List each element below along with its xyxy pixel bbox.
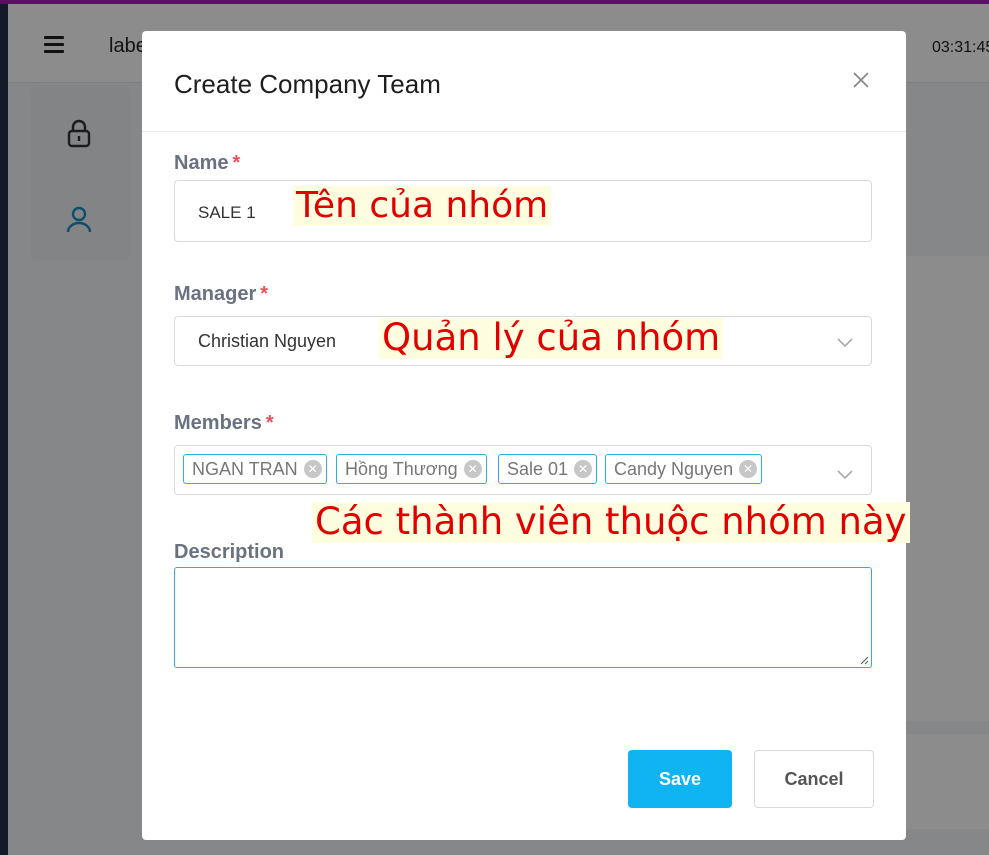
modal-title: Create Company Team	[174, 69, 441, 99]
name-input-value: SALE 1	[198, 203, 256, 222]
member-tag: Sale 01 ✕	[498, 454, 598, 484]
remove-tag-icon[interactable]: ✕	[463, 460, 482, 478]
modal-header-divider	[142, 131, 906, 132]
manager-label: Manager *	[174, 283, 268, 306]
chevron-down-icon	[837, 338, 853, 348]
create-team-modal: Create Company Team Name * SALE 1 Tên của…	[142, 31, 910, 840]
name-label-text: Name	[174, 152, 229, 174]
chevron-down-icon	[837, 470, 853, 480]
member-tag-label: Sale 01	[507, 458, 569, 479]
remove-tag-icon[interactable]: ✕	[574, 460, 593, 478]
description-label: Description	[174, 541, 285, 563]
member-tag: Hồng Thương ✕	[336, 454, 487, 484]
required-mark: *	[232, 152, 241, 174]
required-mark: *	[265, 412, 274, 434]
remove-tag-icon[interactable]: ✕	[303, 460, 322, 478]
member-tag-label: Candy Nguyen	[614, 458, 734, 479]
close-icon[interactable]	[848, 67, 874, 93]
member-tag: Candy Nguyen ✕	[605, 454, 763, 484]
name-label: Name *	[174, 152, 240, 175]
manager-annotation: Quản lý của nhóm	[379, 317, 724, 359]
members-label: Members *	[174, 412, 274, 435]
required-mark: *	[260, 283, 269, 305]
member-tag-label: Hồng Thương	[345, 458, 458, 479]
member-tag: NGAN TRAN ✕	[183, 454, 327, 484]
members-multiselect[interactable]: NGAN TRAN ✕ Hồng Thương ✕ Sale 01 ✕ Cand…	[174, 445, 872, 495]
name-annotation: Tên của nhóm	[293, 186, 552, 226]
remove-tag-icon[interactable]: ✕	[739, 460, 758, 478]
description-textarea[interactable]	[174, 567, 872, 668]
members-annotation: Các thành viên thuộc nhóm này	[312, 501, 910, 543]
manager-select-value: Christian Nguyen	[198, 331, 337, 351]
member-tag-label: NGAN TRAN	[192, 458, 298, 479]
resize-handle-icon[interactable]	[859, 655, 869, 665]
manager-label-text: Manager	[174, 283, 257, 305]
members-label-text: Members	[174, 412, 262, 434]
cancel-button[interactable]: Cancel	[754, 750, 874, 808]
save-button[interactable]: Save	[628, 750, 732, 808]
